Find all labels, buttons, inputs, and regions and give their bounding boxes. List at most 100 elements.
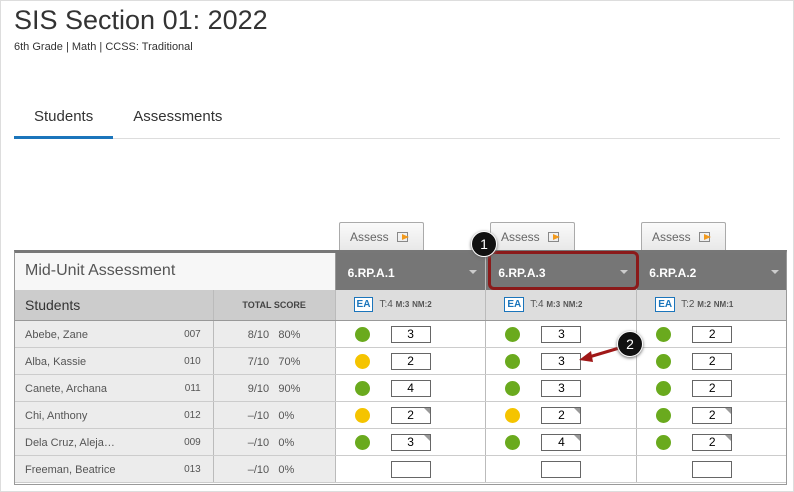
table-row: Alba, Kassie 010 7/10 70% 2 3 2 — [15, 348, 786, 375]
score-cell: 2 — [637, 429, 786, 455]
standard-header[interactable]: 6.RP.A.1 — [335, 253, 487, 290]
standard-stats: EA T:4 M:3 NM:2 — [335, 290, 487, 320]
student-name-cell[interactable]: Freeman, Beatrice 013 — [15, 456, 214, 482]
assess-button[interactable]: Assess — [339, 222, 424, 250]
standard-header[interactable]: 6.RP.A.2 — [637, 253, 786, 290]
student-name-cell[interactable]: Canete, Archana 011 — [15, 375, 214, 401]
status-dot-icon — [505, 408, 521, 423]
standard-stats: EA T:2 M:2 NM:1 — [637, 290, 786, 320]
total-score-header: TOTAL SCORE — [213, 290, 336, 320]
ea-badge[interactable]: EA — [655, 297, 676, 312]
student-name-cell[interactable]: Chi, Anthony 012 — [15, 402, 214, 428]
score-input[interactable]: 3 — [390, 434, 431, 451]
score-input[interactable]: 2 — [692, 407, 733, 424]
student-name[interactable]: Abebe, Zane — [25, 329, 88, 341]
score-input[interactable]: 2 — [692, 353, 733, 370]
status-dot-icon — [656, 381, 672, 396]
score-input[interactable]: 2 — [692, 326, 733, 343]
total-score-cell: –/10 0% — [214, 402, 336, 428]
score-cell — [637, 456, 786, 482]
status-dot-icon — [505, 354, 521, 369]
score-input[interactable] — [692, 461, 733, 478]
score: –/10 — [247, 464, 270, 476]
ea-badge[interactable]: EA — [504, 297, 525, 312]
stat-m: M:2 — [697, 300, 711, 309]
total-score-cell: 7/10 70% — [214, 348, 336, 374]
percent: 90% — [278, 383, 301, 395]
callout-1: 1 — [471, 231, 497, 257]
table-row: Freeman, Beatrice 013 –/10 0% — [15, 456, 786, 483]
score-input[interactable]: 4 — [541, 434, 582, 451]
assess-label: Assess — [652, 230, 691, 244]
student-name-cell[interactable]: Abebe, Zane 007 — [15, 321, 214, 347]
assess-label: Assess — [501, 230, 540, 244]
score-cell — [335, 456, 487, 482]
status-dot-icon — [354, 354, 370, 369]
table-row: Canete, Archana 011 9/10 90% 4 3 2 — [15, 375, 786, 402]
score-input[interactable] — [541, 461, 582, 478]
students-header: Students — [15, 290, 214, 320]
ea-badge[interactable]: EA — [353, 297, 374, 312]
stat-t: T:2 — [681, 299, 695, 310]
stat-nm: NM:1 — [713, 300, 734, 309]
status-dot-icon — [656, 327, 672, 342]
student-name[interactable]: Canete, Archana — [25, 383, 107, 395]
stat-nm: NM:2 — [412, 300, 432, 309]
percent: 70% — [278, 356, 301, 368]
total-score-cell: –/10 0% — [214, 429, 336, 455]
student-name-cell[interactable]: Alba, Kassie 010 — [15, 348, 214, 374]
student-name[interactable]: Freeman, Beatrice — [25, 464, 115, 476]
score: 8/10 — [247, 329, 270, 341]
student-id: 010 — [184, 356, 201, 367]
score: –/10 — [247, 410, 270, 422]
total-score-cell: 8/10 80% — [214, 321, 336, 347]
status-dot-icon — [505, 381, 521, 396]
score-cell: 4 — [486, 429, 638, 455]
status-dot-icon — [505, 435, 521, 450]
score-input[interactable]: 2 — [692, 380, 733, 397]
score-input[interactable]: 2 — [390, 407, 431, 424]
score-input[interactable]: 3 — [541, 380, 582, 397]
stat-t: T:4 — [530, 299, 544, 310]
table-row: Abebe, Zane 007 8/10 80% 3 3 2 — [15, 321, 786, 348]
status-dot-icon — [354, 408, 370, 423]
score-cell — [486, 456, 638, 482]
student-name[interactable]: Chi, Anthony — [25, 410, 87, 422]
student-name-cell[interactable]: Dela Cruz, Aleja… 009 — [15, 429, 214, 455]
score-cell: 2 — [335, 348, 487, 374]
student-name[interactable]: Alba, Kassie — [25, 356, 86, 368]
score-input[interactable]: 3 — [390, 326, 431, 343]
status-dot-icon — [656, 354, 672, 369]
student-name[interactable]: Dela Cruz, Aleja… — [25, 437, 115, 449]
percent: 0% — [278, 464, 295, 476]
assess-button[interactable]: Assess — [641, 222, 726, 250]
tab-assessments[interactable]: Assessments — [113, 103, 242, 139]
stat-m: M:3 — [395, 300, 410, 309]
score-input[interactable]: 2 — [692, 434, 733, 451]
export-icon — [396, 232, 409, 242]
status-dot-icon — [656, 435, 672, 450]
table-row: Chi, Anthony 012 –/10 0% 2 2 2 — [15, 402, 786, 429]
score: 7/10 — [247, 356, 270, 368]
assess-label: Assess — [350, 230, 389, 244]
stat-m: M:3 — [546, 300, 561, 309]
score-cell: 2 — [637, 402, 786, 428]
stat-nm: NM:2 — [562, 300, 583, 309]
percent: 0% — [278, 410, 295, 422]
page-title: SIS Section 01: 2022 — [14, 5, 268, 35]
tab-students[interactable]: Students — [14, 103, 114, 139]
total-score-cell: –/10 0% — [214, 456, 336, 482]
score-cell: 2 — [335, 402, 487, 428]
stat-t: T:4 — [379, 299, 393, 310]
assessment-title: Mid-Unit Assessment — [15, 253, 336, 290]
tab-bar: Students Assessments — [14, 103, 780, 139]
score-input[interactable]: 4 — [390, 380, 431, 397]
score-input[interactable]: 2 — [541, 407, 582, 424]
score-cell: 3 — [486, 375, 638, 401]
score-input[interactable]: 2 — [390, 353, 431, 370]
student-id: 007 — [184, 329, 201, 340]
assess-button[interactable]: Assess — [490, 222, 575, 250]
status-dot-icon — [505, 327, 521, 342]
student-id: 012 — [184, 410, 201, 421]
score-input[interactable] — [390, 461, 431, 478]
